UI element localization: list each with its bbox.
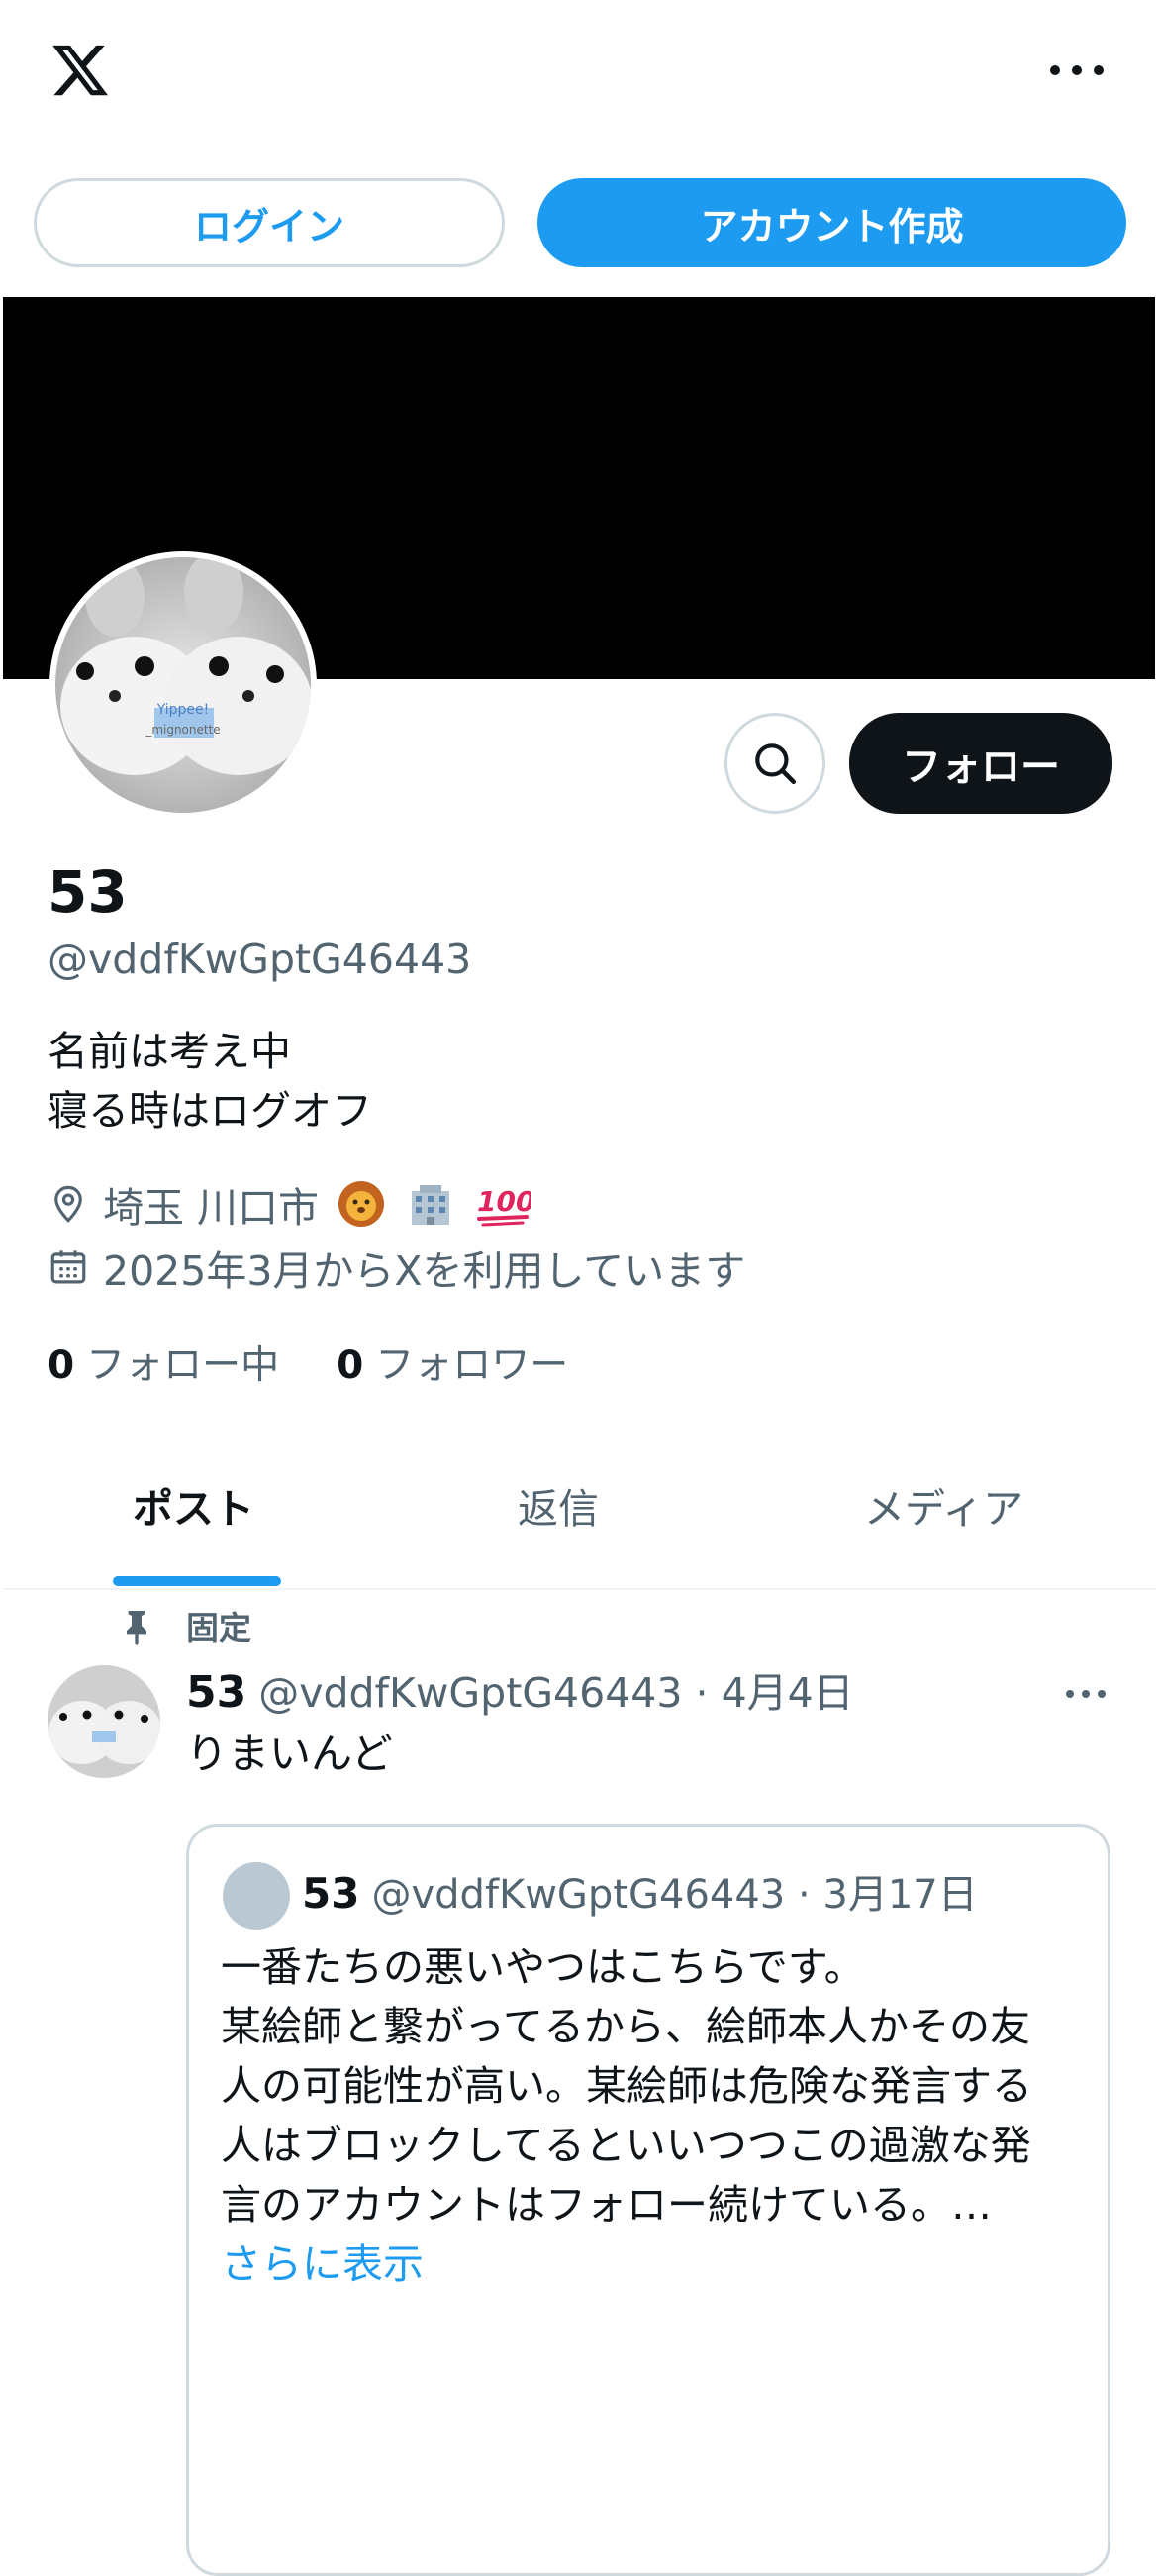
follow-stats: 0 フォロー中 0 フォロワー	[48, 1335, 626, 1390]
user-handle: @vddfKwGptG46443	[48, 936, 472, 983]
hundred-points-icon: 100	[477, 1185, 531, 1227]
post-author-avatar[interactable]	[48, 1665, 160, 1778]
avatar-image: Yippee! _mignonette	[55, 557, 311, 813]
calendar-icon	[50, 1250, 86, 1284]
following-link[interactable]: 0 フォロー中	[48, 1335, 279, 1390]
post-author-name[interactable]: 53	[186, 1667, 246, 1718]
followers-count: 0	[337, 1343, 364, 1388]
profile-location: 埼玉 川口市 100	[48, 1176, 544, 1232]
post-header: 53 @vddfKwGptG46443 · 4月4日	[186, 1665, 854, 1721]
login-button[interactable]: ログイン	[34, 178, 505, 267]
bio-line: 名前は考え中	[48, 1028, 291, 1075]
join-date-text: 2025年3月からXを利用しています	[103, 1247, 746, 1295]
quote-author-name: 53	[302, 1869, 360, 1918]
post-text: りまいんど	[186, 1730, 393, 1778]
location-text: 埼玉 川口市	[103, 1184, 320, 1232]
tab-media[interactable]: メディア	[864, 1475, 1023, 1535]
profile-join-date: 2025年3月からXを利用しています	[48, 1239, 745, 1295]
top-bar	[0, 0, 1158, 149]
search-icon	[755, 743, 797, 785]
following-label: フォロー中	[86, 1343, 280, 1388]
tab-posts[interactable]: ポスト	[133, 1475, 254, 1535]
following-count: 0	[48, 1343, 75, 1388]
quote-text: 一番たちの悪いやつはこちらです。 某絵師と繋がってるから、絵師本人かその友 人の…	[221, 1937, 1092, 2294]
profile-avatar[interactable]: Yippee! _mignonette	[49, 551, 317, 819]
x-logo-icon[interactable]	[48, 40, 113, 101]
post-more-icon[interactable]	[1063, 1683, 1109, 1705]
pinned-label: 固定	[186, 1609, 251, 1647]
quoted-post-card[interactable]: 53 @vddfKwGptG46443 · 3月17日 一番たちの悪いやつはこちら…	[186, 1824, 1110, 2576]
office-building-icon	[412, 1185, 450, 1225]
quote-date: · 3月17日	[797, 1872, 978, 1918]
quote-header: 53 @vddfKwGptG46443 · 3月17日	[302, 1866, 978, 1923]
quote-line: 人の可能性が高い。某絵師は危険な発言する	[221, 2062, 1032, 2110]
svg-text:100: 100	[477, 1185, 531, 1218]
more-horizontal-icon[interactable]	[1045, 55, 1109, 85]
profile-bio: 名前は考え中 寝る時はログオフ	[48, 1022, 372, 1140]
post-author-handle[interactable]: @vddfKwGptG46443	[258, 1669, 682, 1717]
lion-emoji-icon	[338, 1181, 385, 1227]
quote-line: 一番たちの悪いやつはこちらです。	[221, 1943, 865, 1991]
pin-icon	[127, 1611, 146, 1645]
show-more-link[interactable]: さらに表示	[221, 2234, 1092, 2294]
followers-link[interactable]: 0 フォロワー	[337, 1335, 568, 1390]
active-tab-indicator	[113, 1576, 281, 1586]
bio-line: 寝る時はログオフ	[48, 1087, 372, 1135]
quote-author-avatar	[223, 1862, 290, 1930]
post-avatar-image	[48, 1665, 160, 1778]
tab-replies[interactable]: 返信	[518, 1475, 599, 1535]
quote-line: 言のアカウントはフォロー続けている。…	[221, 2181, 992, 2229]
location-pin-icon	[54, 1185, 82, 1223]
quote-author-handle: @vddfKwGptG46443	[371, 1872, 786, 1918]
avatar-caption-bottom: _mignonette	[145, 723, 220, 737]
search-button[interactable]	[724, 713, 825, 814]
quote-line: 人はブロックしてるといいつつこの過激な発	[221, 2122, 1031, 2169]
quote-line: 某絵師と繋がってるから、絵師本人かその友	[221, 2003, 1030, 2050]
pinned-indicator: 固定	[117, 1602, 251, 1649]
followers-label: フォロワー	[375, 1343, 569, 1388]
follow-button[interactable]: フォロー	[849, 713, 1112, 814]
create-account-button[interactable]: アカウント作成	[537, 178, 1126, 267]
profile-tabs: ポスト 返信 メディア	[3, 1445, 1155, 1590]
avatar-caption-top: Yippee!	[156, 702, 210, 718]
post-date[interactable]: · 4月4日	[696, 1669, 854, 1717]
display-name: 53	[48, 858, 128, 926]
